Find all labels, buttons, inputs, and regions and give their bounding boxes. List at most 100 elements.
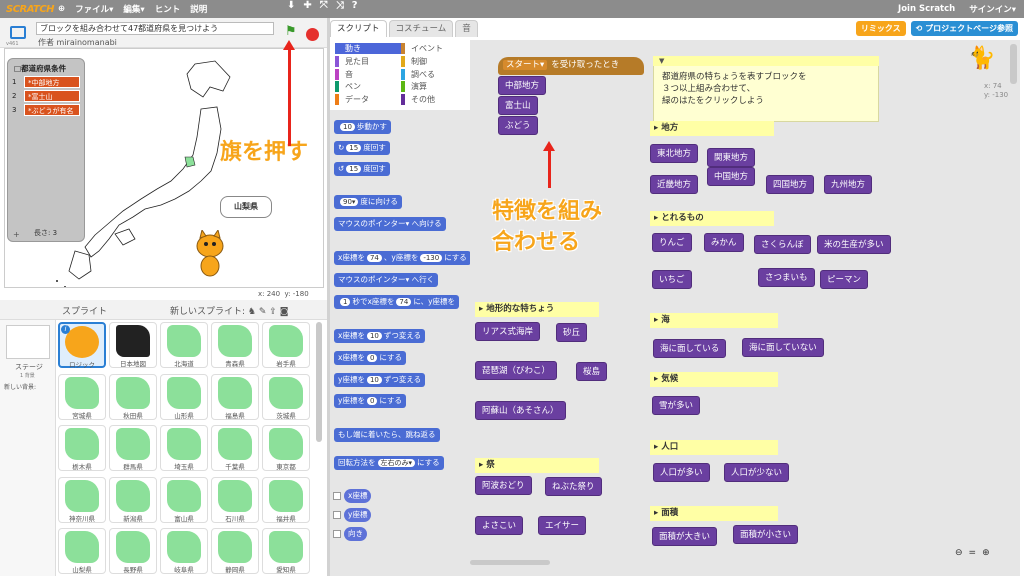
sprite-thumbnail[interactable]: 福井県	[262, 476, 310, 523]
area-block[interactable]: 面積が大きい	[652, 527, 718, 546]
palette-change-y-block[interactable]: y座標を 10 ずつ変える	[334, 373, 426, 387]
remix-button[interactable]: リミックス	[855, 21, 906, 36]
sprite-thumbnail[interactable]: 青森県	[211, 322, 259, 368]
palette-set-x-block[interactable]: x座標を 0 にする	[334, 351, 406, 365]
category-item[interactable]: 見た目	[335, 55, 401, 67]
x-position-checkbox[interactable]	[333, 492, 341, 500]
sea-block[interactable]: 海に面している	[653, 339, 727, 358]
menu-about[interactable]: 説明	[190, 3, 207, 15]
comment-collapse-icon[interactable]: ▼	[659, 57, 664, 65]
palette-turn-left-block[interactable]: ↺ 15 度回す	[334, 162, 390, 176]
section-header[interactable]: ▸ 気候	[650, 372, 778, 387]
area-block[interactable]: 面積が小さい	[733, 525, 799, 544]
zoom-reset-icon[interactable]: =	[969, 548, 977, 558]
stage-pane[interactable]: ステージ 1 背景 新しい背景:	[0, 320, 56, 576]
region-block[interactable]: 近畿地方	[650, 175, 699, 194]
signin-link[interactable]: サインイン▾	[969, 3, 1016, 15]
script-block[interactable]: 中部地方	[498, 76, 547, 95]
festival-block[interactable]: 阿波おどり	[475, 476, 532, 495]
category-item[interactable]: イベント	[401, 43, 467, 54]
category-item[interactable]: 調べる	[401, 68, 467, 80]
category-item[interactable]: 動き	[335, 43, 401, 54]
region-block[interactable]: 四国地方	[766, 175, 815, 194]
produce-block[interactable]: いちご	[652, 270, 692, 289]
zoom-in-icon[interactable]: ⊕	[982, 548, 990, 558]
sprite-thumbnail[interactable]: 宮城県	[58, 373, 106, 420]
list-monitor[interactable]: □都道府県条件 1 *中部地方 2 *富士山 3 *ぶどうが有名 + 長さ: 3	[7, 58, 85, 242]
menu-tips[interactable]: ヒント	[155, 3, 181, 15]
block-palette[interactable]: 10 歩動かす ↻ 15 度回す ↺ 15 度回す 90▾ 度に向ける マウスのポインター▾…	[330, 110, 470, 576]
category-item[interactable]: 演算	[401, 81, 467, 93]
scratch-logo[interactable]: SCRATCH	[6, 4, 55, 15]
palette-rotation-style-block[interactable]: 回転方法を 左右のみ▾ にする	[334, 456, 444, 470]
category-item[interactable]: その他	[401, 94, 467, 106]
sprite-thumbnail[interactable]: 千葉県	[211, 425, 259, 472]
terrain-block[interactable]: リアス式海岸	[475, 322, 541, 341]
info-icon[interactable]: i	[61, 325, 70, 334]
terrain-block[interactable]: 桜島	[576, 362, 608, 381]
population-block[interactable]: 人口が多い	[653, 463, 710, 482]
palette-x-position-reporter[interactable]: x座標	[344, 489, 372, 503]
shrink-icon[interactable]: ⤨	[336, 0, 344, 11]
sprite-thumbnail[interactable]: 石川県	[211, 476, 259, 523]
sprite-thumbnail[interactable]: 山形県	[160, 373, 208, 420]
message-dropdown[interactable]: スタート▾	[503, 60, 548, 70]
sprite-thumbnail[interactable]: 神奈川県	[58, 476, 106, 523]
presentation-mode-icon[interactable]	[10, 26, 26, 39]
palette-change-x-block[interactable]: x座標を 10 ずつ変える	[334, 329, 426, 343]
palette-goto-xy-block[interactable]: x座標を 74 、y座標を -130 にする	[334, 251, 470, 265]
grow-icon[interactable]: ⤧	[320, 0, 328, 11]
palette-turn-right-block[interactable]: ↻ 15 度回す	[334, 141, 390, 155]
section-header[interactable]: ▸ 海	[650, 313, 778, 328]
green-flag-icon[interactable]: ⚑	[285, 24, 297, 39]
terrain-block[interactable]: 琵琶湖（びわこ）	[475, 361, 558, 380]
population-block[interactable]: 人口が少ない	[724, 463, 790, 482]
sprite-thumbnail[interactable]: 山梨県	[58, 528, 106, 575]
when-receive-hat-block[interactable]: スタート▾ を受け取ったとき	[498, 57, 644, 75]
duplicate-icon[interactable]: ⬇	[287, 0, 295, 11]
terrain-block[interactable]: 阿蘇山（あそさん）	[475, 401, 566, 420]
join-scratch-link[interactable]: Join Scratch	[898, 4, 955, 14]
category-item[interactable]: 制御	[401, 55, 467, 67]
region-block[interactable]: 関東地方	[707, 148, 756, 167]
sprite-thumbnail[interactable]: i ロジック	[58, 322, 106, 369]
palette-direction-reporter[interactable]: 向き	[344, 527, 367, 541]
sprite-thumbnail[interactable]: 愛知県	[262, 528, 310, 575]
produce-block[interactable]: さつまいも	[758, 268, 815, 287]
sprite-thumbnail[interactable]: 静岡県	[211, 528, 259, 575]
help-icon[interactable]: ?	[352, 0, 358, 11]
y-position-checkbox[interactable]	[333, 511, 341, 519]
festival-block[interactable]: ねぶた祭り	[545, 477, 602, 496]
sprite-thumbnail[interactable]: 富山県	[160, 476, 208, 523]
comment-titlebar[interactable]	[653, 56, 879, 66]
scripts-hscrollbar[interactable]	[470, 560, 550, 565]
palette-glide-block[interactable]: 1 秒でx座標を 74 に、y座標を	[334, 295, 460, 309]
tab-sounds[interactable]: 音	[455, 20, 478, 37]
climate-block[interactable]: 雪が多い	[652, 396, 701, 415]
palette-bounce-block[interactable]: もし端に着いたら、跳ね返る	[334, 428, 440, 442]
sprite-thumbnail[interactable]: 茨城県	[262, 373, 310, 420]
see-project-page-button[interactable]: ⟲ プロジェクトページ参照	[910, 21, 1018, 36]
produce-block[interactable]: みかん	[704, 233, 744, 252]
palette-point-towards-block[interactable]: マウスのポインター▾ へ向ける	[334, 217, 446, 231]
section-header[interactable]: ▸ 人口	[650, 440, 778, 455]
sprite-thumbnail[interactable]: 日本地図	[109, 322, 157, 368]
tab-costumes[interactable]: コスチューム	[388, 20, 454, 37]
category-item[interactable]: データ	[335, 94, 401, 106]
section-header[interactable]: ▸ 面積	[650, 506, 778, 521]
list-add-icon[interactable]: +	[13, 230, 20, 239]
zoom-out-icon[interactable]: ⊖	[955, 548, 963, 558]
project-title-input[interactable]: ブロックを組み合わせて47都道府県を見つけよう	[36, 22, 274, 35]
menu-edit[interactable]: 編集▾	[123, 3, 144, 15]
palette-y-position-reporter[interactable]: y座標	[344, 508, 372, 522]
region-block[interactable]: 東北地方	[650, 144, 699, 163]
sprite-thumbnail[interactable]: 栃木県	[58, 425, 106, 472]
section-header[interactable]: ▸ とれるもの	[650, 211, 774, 226]
scratch-cat-icon[interactable]	[190, 230, 230, 280]
sprite-scrollbar[interactable]	[316, 322, 322, 442]
palette-point-direction-block[interactable]: 90▾ 度に向ける	[334, 195, 402, 209]
section-header[interactable]: ▸ 祭	[475, 458, 599, 473]
globe-icon[interactable]: ⊕	[58, 4, 65, 14]
sprite-thumbnail[interactable]: 秋田県	[109, 373, 157, 420]
terrain-block[interactable]: 砂丘	[556, 323, 588, 342]
